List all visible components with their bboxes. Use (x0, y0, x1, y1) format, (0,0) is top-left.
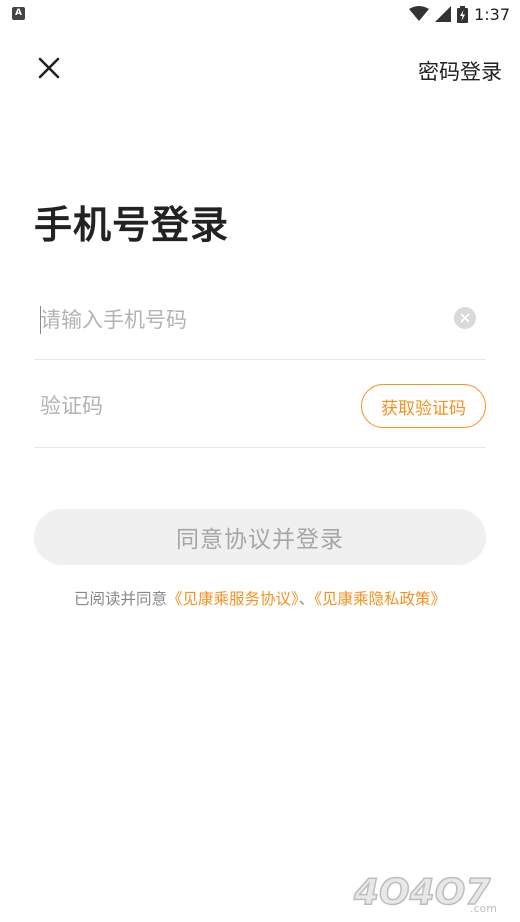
watermark-logo: 4O4O7 .com (352, 866, 512, 916)
phone-input[interactable] (40, 302, 440, 338)
service-agreement-link[interactable]: 《见康乘服务协议》 (167, 590, 299, 608)
phone-field-row (34, 290, 486, 360)
verification-code-input[interactable] (40, 388, 340, 424)
signal-icon (435, 6, 452, 22)
page-title: 手机号登录 (34, 203, 230, 247)
notification-a-icon: A (12, 7, 25, 20)
battery-charging-icon (457, 5, 469, 23)
agree-and-login-button[interactable]: 同意协议并登录 (34, 509, 486, 565)
code-field-row: 获取验证码 (34, 362, 486, 448)
agreement-prefix: 已阅读并同意 (73, 590, 167, 608)
close-button[interactable] (34, 53, 64, 83)
agreement-text: 已阅读并同意《见康乘服务协议》、《见康乘隐私政策》 (0, 587, 520, 609)
status-right: 1:37 (409, 4, 510, 24)
get-code-button[interactable]: 获取验证码 (361, 384, 486, 428)
close-icon (38, 57, 60, 79)
wifi-icon (409, 6, 430, 22)
status-time: 1:37 (474, 4, 510, 24)
privacy-policy-link[interactable]: 《见康乘隐私政策》 (314, 590, 446, 608)
watermark-suffix: .com (470, 902, 497, 915)
status-bar: A 1:37 (0, 0, 520, 28)
clear-icon[interactable] (454, 307, 476, 329)
password-login-link[interactable]: 密码登录 (418, 56, 502, 86)
agreement-separator: 、 (298, 590, 315, 608)
